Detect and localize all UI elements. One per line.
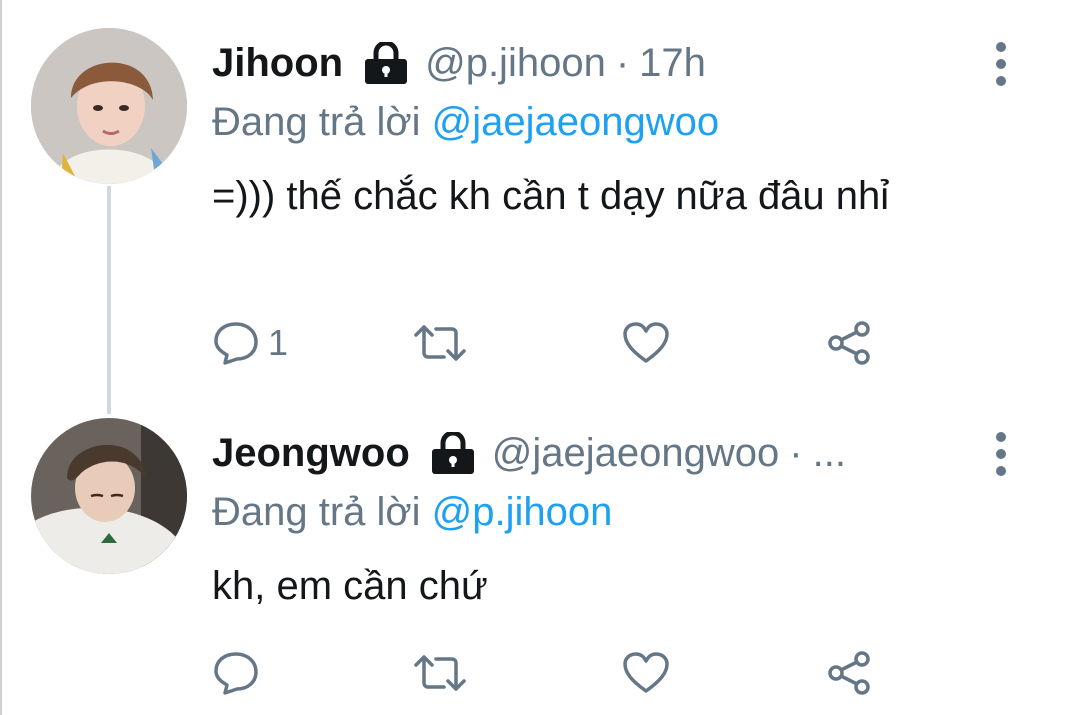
retweet-icon [412,651,468,695]
display-name[interactable]: Jihoon [212,41,343,86]
display-name[interactable]: Jeongwoo [212,431,410,476]
like-button[interactable] [622,648,670,698]
replying-to-label: Đang trả lời [212,490,421,534]
tweet[interactable]: Jeongwoo @jaejaeongwoo · ... Đang trả lờ… [0,400,1080,715]
like-icon [622,321,670,365]
timestamp[interactable]: 17h [639,41,706,86]
share-button[interactable] [826,318,874,368]
tweet-header: Jihoon @p.jihoon · 17h [212,38,706,88]
share-button[interactable] [826,648,874,698]
reply-button[interactable]: 1 [212,318,288,368]
timestamp[interactable]: ... [813,431,846,476]
reply-button[interactable] [212,648,268,698]
reply-count: 1 [268,322,289,363]
user-handle[interactable]: @jaejaeongwoo [492,431,779,476]
replying-to-label: Đang trả lời [212,100,421,144]
reply-mention-link[interactable]: @p.jihoon [432,490,613,534]
avatar-photo [31,28,187,184]
more-vertical-icon[interactable] [986,432,1016,476]
reply-icon [212,320,260,366]
user-handle[interactable]: @p.jihoon [425,41,606,86]
reply-icon [212,650,260,696]
avatar[interactable] [31,28,187,184]
tweet-header: Jeongwoo @jaejaeongwoo · ... [212,428,846,478]
tweet[interactable]: Jihoon @p.jihoon · 17h Đang trả lời @jae… [0,0,1080,400]
tweet-text: kh, em cần chứ [212,564,488,608]
lock-icon [430,430,476,474]
more-vertical-icon[interactable] [986,42,1016,86]
like-button[interactable] [622,318,670,368]
tweet-text: =))) thế chắc kh cần t dạy nữa đâu nhỉ [212,174,890,218]
replying-to: Đang trả lời @p.jihoon [212,490,612,535]
retweet-icon [412,321,468,365]
share-icon [826,319,874,367]
separator-dot: · [789,430,803,475]
avatar-photo [31,418,187,574]
separator-dot: · [615,40,630,85]
lock-icon [363,40,409,84]
retweet-button[interactable] [412,648,468,698]
reply-mention-link[interactable]: @jaejaeongwoo [432,100,719,144]
replying-to: Đang trả lời @jaejaeongwoo [212,100,719,145]
retweet-button[interactable] [412,318,468,368]
like-icon [622,651,670,695]
share-icon [826,649,874,697]
avatar[interactable] [31,418,187,574]
